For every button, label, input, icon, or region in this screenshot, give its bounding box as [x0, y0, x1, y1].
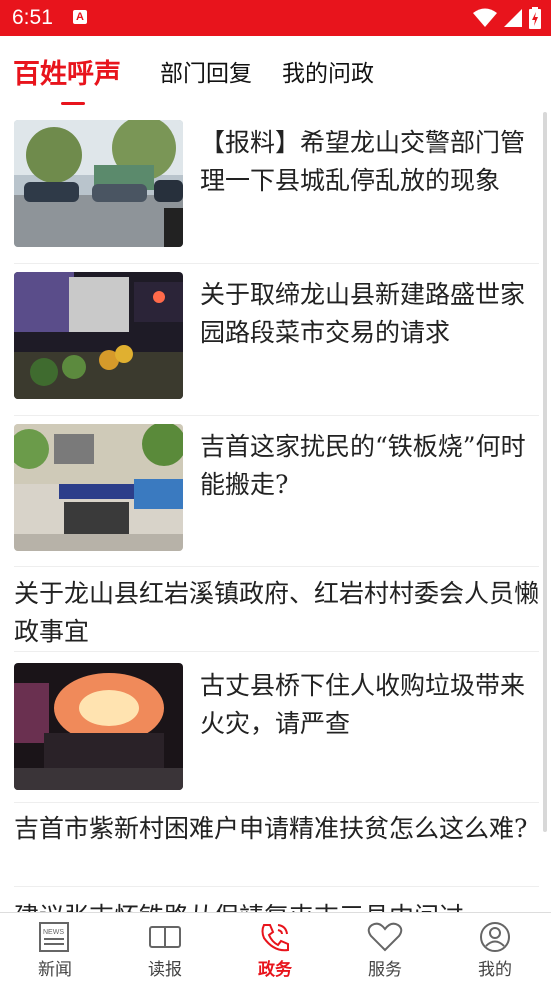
- tab-public-voice[interactable]: 百姓呼声: [13, 52, 121, 91]
- item-title: 关于取缔龙山县新建路盛世家园路段菜市交易的请求: [200, 280, 526, 347]
- complaint-feed: 【报料】希望龙山交警部门管理一下县城乱停乱放的现象 关于取缔龙山县新建路盛世家园…: [0, 112, 551, 912]
- tab-bar: 百姓呼声 部门回复 我的问政: [0, 36, 551, 112]
- nav-reader[interactable]: 读报: [110, 913, 220, 982]
- heart-icon: [367, 922, 403, 952]
- active-tab-indicator: [61, 102, 85, 105]
- status-bar: 6:51 A: [0, 0, 551, 36]
- item-title: 关于龙山县红岩溪镇政府、红岩村村委会人员懒政事宜: [14, 579, 539, 646]
- item-title: 建议张吉怀铁路从保靖复屯吉三县中间过: [14, 890, 539, 912]
- nav-services[interactable]: 服务: [330, 913, 440, 982]
- a-notification-icon: A: [73, 10, 87, 24]
- tab-my-inquiries[interactable]: 我的问政: [282, 54, 374, 88]
- list-item[interactable]: 关于龙山县红岩溪镇政府、红岩村村委会人员懒政事宜: [14, 567, 539, 652]
- night-fire-crowd-photo: [14, 663, 183, 790]
- item-title: 吉首市紫新村困难户申请精准扶贫怎么这么难?: [14, 814, 528, 843]
- list-item[interactable]: 关于取缔龙山县新建路盛世家园路段菜市交易的请求: [14, 272, 539, 416]
- phone-icon: [261, 924, 289, 952]
- bottom-navigation: NEWS 新闻 读报 政务 服务 我的: [0, 912, 551, 982]
- list-item[interactable]: 吉首市紫新村困难户申请精准扶贫怎么这么难?: [14, 802, 539, 887]
- list-item[interactable]: 【报料】希望龙山交警部门管理一下县城乱停乱放的现象: [14, 120, 539, 264]
- nav-mine[interactable]: 我的: [440, 913, 550, 982]
- list-item[interactable]: 吉首这家扰民的“铁板烧”何时能搬走?: [14, 424, 539, 567]
- battery-charging-icon: [529, 7, 541, 29]
- street-parked-cars-photo: [14, 120, 183, 247]
- list-item[interactable]: 建议张吉怀铁路从保靖复屯吉三县中间过: [14, 890, 539, 912]
- item-title: 【报料】希望龙山交警部门管理一下县城乱停乱放的现象: [200, 128, 526, 195]
- scrollbar[interactable]: [543, 112, 547, 832]
- status-time: 6:51: [12, 6, 53, 29]
- item-title: 吉首这家扰民的“铁板烧”何时能搬走?: [200, 432, 526, 499]
- nav-news[interactable]: NEWS 新闻: [0, 913, 110, 982]
- item-title: 古丈县桥下住人收购垃圾带来火灾，请严查: [200, 671, 526, 738]
- user-icon: [480, 922, 510, 952]
- svg-text:NEWS: NEWS: [43, 929, 64, 936]
- newspaper-icon: NEWS: [39, 922, 69, 952]
- cell-signal-icon: [504, 9, 522, 27]
- reader-icon: [149, 926, 181, 948]
- storefront-street-photo: [14, 424, 183, 551]
- list-item[interactable]: 古丈县桥下住人收购垃圾带来火灾，请严查: [14, 663, 539, 803]
- night-vegetable-market-photo: [14, 272, 183, 399]
- tab-department-reply[interactable]: 部门回复: [160, 54, 252, 88]
- nav-government[interactable]: 政务: [220, 913, 330, 982]
- wifi-icon: [473, 8, 497, 27]
